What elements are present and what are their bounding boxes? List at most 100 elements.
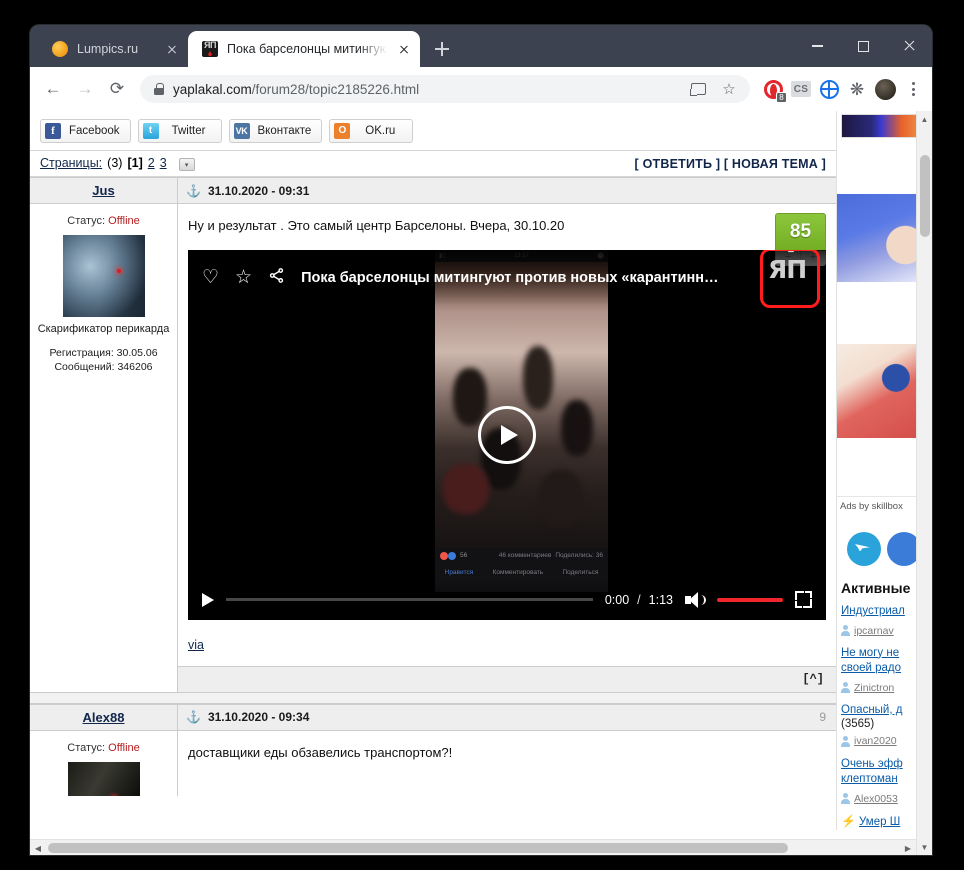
horizontal-scroll-thumb[interactable] [48,843,788,853]
topic-link-cont[interactable]: своей радо [841,661,916,677]
anchor-icon[interactable]: ⚓ [186,710,201,724]
fb-reactions: 56 [460,552,468,559]
ad-banner-1[interactable] [841,114,916,138]
author-link[interactable]: Alex88 [83,710,125,725]
bookmark-star-icon[interactable]: ☆ [718,78,740,100]
topic-link[interactable]: Индустриал [841,604,916,620]
horizontal-scrollbar[interactable]: ◀ ▶ [30,839,916,855]
topic-link[interactable]: Очень эфф [841,757,916,773]
progress-bar[interactable] [226,598,593,601]
opera-gx-extension-icon[interactable]: 8 [760,76,787,103]
twitter-icon: t [142,122,159,139]
sidebar: Ads by skillbox Активные Индустриал ipca… [836,111,916,831]
share-label: Twitter [171,124,206,137]
play-overlay-button[interactable] [478,405,536,464]
close-button[interactable] [886,25,932,67]
scroll-down-arrow-icon[interactable]: ▼ [917,839,932,855]
topic-link-cont[interactable]: клептоман [841,772,916,788]
status-value: Offline [108,215,140,227]
fb-counts: 56 46 комментариев Поделились: 36 [435,548,608,560]
tab-strip: Lumpics.ru Пока барселонцы митингуют пр [30,25,932,67]
scroll-up-arrow-icon[interactable]: ▲ [917,111,932,127]
telegram-icon[interactable] [847,532,881,566]
social-share-bar: f Facebook t Twitter VK Вконтакте O OK.r… [30,111,836,151]
fullscreen-icon[interactable] [795,591,812,608]
anchor-icon[interactable]: ⚓ [186,184,201,198]
post-text: Ну и результат . Это самый центр Барсело… [188,218,565,233]
fb-comment-label: Комментировать [492,568,544,576]
share-facebook-button[interactable]: f Facebook [40,118,131,143]
current-time: 0:00 [604,592,630,607]
ad-banner-3[interactable] [837,344,916,438]
post-date: 31.10.2020 - 09:34 [207,710,310,724]
profile-avatar-icon[interactable] [872,76,898,102]
back-button[interactable]: ← [38,74,68,104]
tab-close-icon[interactable] [396,41,412,57]
tab-yaplakal[interactable]: Пока барселонцы митингуют пр [188,31,420,67]
topic-author: ipcarnav [841,620,916,638]
user-icon [841,793,850,805]
vertical-scrollbar[interactable]: ▲ ▼ [916,111,932,855]
share-okru-button[interactable]: O OK.ru [329,118,414,143]
topic-author: Zinictron [841,677,916,695]
topic-count: (3565) [841,718,875,731]
author-link[interactable]: ivan2020 [854,734,897,748]
scroll-left-arrow-icon[interactable]: ◀ [30,840,46,855]
via-link[interactable]: via [188,638,826,652]
vertical-scroll-thumb[interactable] [920,155,930,237]
topic-link[interactable]: Опасный, д [841,703,916,719]
author-link[interactable]: Alex0053 [854,792,898,806]
new-topic-button[interactable]: [ НОВАЯ ТЕМА ] [724,157,826,171]
share-vkontakte-button[interactable]: VK Вконтакте [228,118,323,143]
pagination-left: Страницы: (3) [1] 2 3 ▾ [40,156,195,172]
author-status: Статус: Offline [30,742,177,754]
maximize-button[interactable] [840,25,886,67]
post-alex88: Alex88 Статус: Offline ⚓ 31.10.2020 - 09… [30,703,836,796]
video-player[interactable]: ▮▯23:57⬤ [188,249,826,620]
globe-extension-icon[interactable] [816,76,842,102]
topic-actions: [ ОТВЕТИТЬ ] [ НОВАЯ ТЕМА ] [635,157,826,171]
minimize-button[interactable] [794,25,840,67]
reply-button[interactable]: [ ОТВЕТИТЬ ] [635,157,721,171]
tab-lumpics[interactable]: Lumpics.ru [38,31,188,67]
fb-like-label: Нравится [444,568,474,576]
like-heart-icon[interactable]: ♡ [202,268,219,287]
tab-close-icon[interactable] [164,41,180,57]
favorite-star-icon[interactable]: ☆ [235,268,252,287]
lock-icon [154,83,164,95]
reload-button[interactable]: ⟳ [102,74,132,104]
cast-icon[interactable] [687,78,709,100]
topic-link[interactable]: Не могу не [841,646,916,662]
author-link[interactable]: ipcarnav [854,624,894,638]
list-item: Опасный, д (3565) ivan2020 [837,695,916,749]
cs-extension-icon[interactable]: CS [788,76,814,102]
author-link[interactable]: Jus [92,183,114,198]
volume-icon[interactable] [685,591,706,609]
page-link-2[interactable]: 2 [148,156,155,170]
page-link-3[interactable]: 3 [160,156,167,170]
post-header: ⚓ 31.10.2020 - 09:31 [178,178,836,204]
forward-button[interactable]: → [70,74,100,104]
play-button[interactable] [202,592,214,607]
topic-link[interactable]: Умер Ш [859,816,900,828]
author-link[interactable]: Zinictron [854,681,894,695]
share-twitter-button[interactable]: t Twitter [137,118,222,143]
user-icon [841,735,850,747]
chrome-menu-icon[interactable] [900,76,926,102]
ad-banner-2[interactable] [837,194,916,282]
share-icon[interactable] [268,267,285,288]
status-label: Статус: [67,741,106,754]
user-icon [841,682,850,694]
status-label: Статус: [67,215,106,227]
puzzle-extensions-icon[interactable]: ❋ [844,76,870,102]
scroll-right-arrow-icon[interactable]: ▶ [900,840,916,855]
address-bar[interactable]: yaplakal.com/forum28/topic2185226.html ☆ [140,75,750,103]
new-tab-button[interactable] [428,35,456,63]
topic-author: ivan2020 [841,730,916,748]
page-current[interactable]: [1] [127,156,142,170]
volume-slider[interactable] [717,597,783,602]
yaplakal-logo-button[interactable]: ЯП [760,249,820,308]
vk-round-icon[interactable] [887,532,916,566]
chevron-down-icon[interactable]: ▾ [178,158,195,172]
scroll-top-link[interactable]: [^] [802,672,824,686]
